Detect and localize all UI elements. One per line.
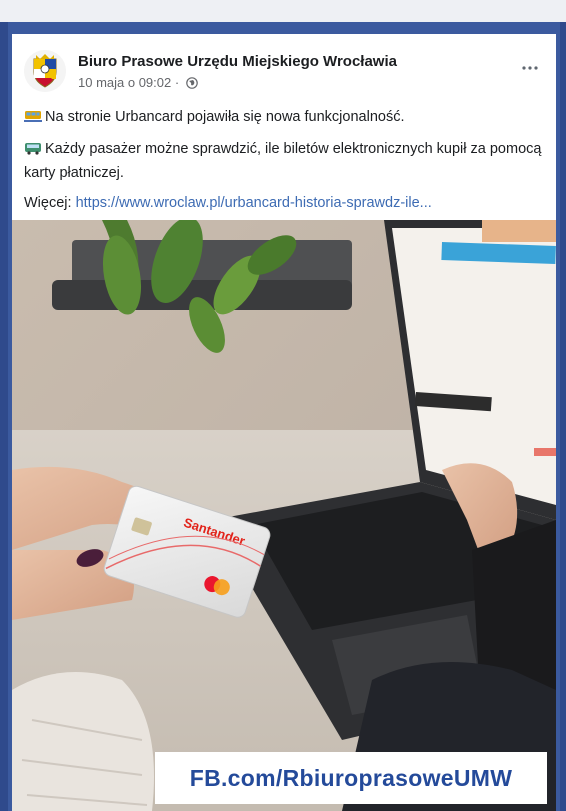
page-name[interactable]: Biuro Prasowe Urzędu Miejskiego Wrocławi… <box>78 53 397 70</box>
wroclaw-coat-of-arms-icon <box>24 50 66 92</box>
post-header: Biuro Prasowe Urzędu Miejskiego Wrocławi… <box>24 50 544 94</box>
paragraph-text: Na stronie Urbancard pojawiła się nowa f… <box>45 109 405 125</box>
facebook-post: Biuro Prasowe Urzędu Miejskiego Wrocławi… <box>12 34 556 811</box>
tram-icon <box>24 108 42 130</box>
payment-photo: Santander <box>12 220 556 811</box>
watermark-label: FB.com/RbiuroprasoweUMW <box>155 752 547 804</box>
globe-icon <box>186 77 198 92</box>
more-label: Więcej: <box>24 195 76 211</box>
page-avatar[interactable] <box>24 50 66 92</box>
more-options-button[interactable] <box>516 58 544 78</box>
top-band <box>0 0 566 22</box>
post-text: Na stronie Urbancard pojawiła się nowa f… <box>24 106 544 222</box>
bus-icon <box>24 140 42 162</box>
post-photo[interactable]: Santander <box>12 220 556 811</box>
more-options-icon <box>522 66 538 70</box>
timestamp-text: 10 maja o 09:02 · <box>78 75 180 90</box>
post-more: Więcej: https://www.wroclaw.pl/urbancard… <box>24 192 544 214</box>
post-paragraph: Każdy pasażer możne sprawdzić, ile bilet… <box>24 138 544 184</box>
paragraph-text: Każdy pasażer możne sprawdzić, ile bilet… <box>24 141 542 181</box>
post-timestamp[interactable]: 10 maja o 09:02 · <box>78 75 198 92</box>
post-paragraph: Na stronie Urbancard pojawiła się nowa f… <box>24 106 544 130</box>
article-link[interactable]: https://www.wroclaw.pl/urbancard-histori… <box>76 195 432 211</box>
